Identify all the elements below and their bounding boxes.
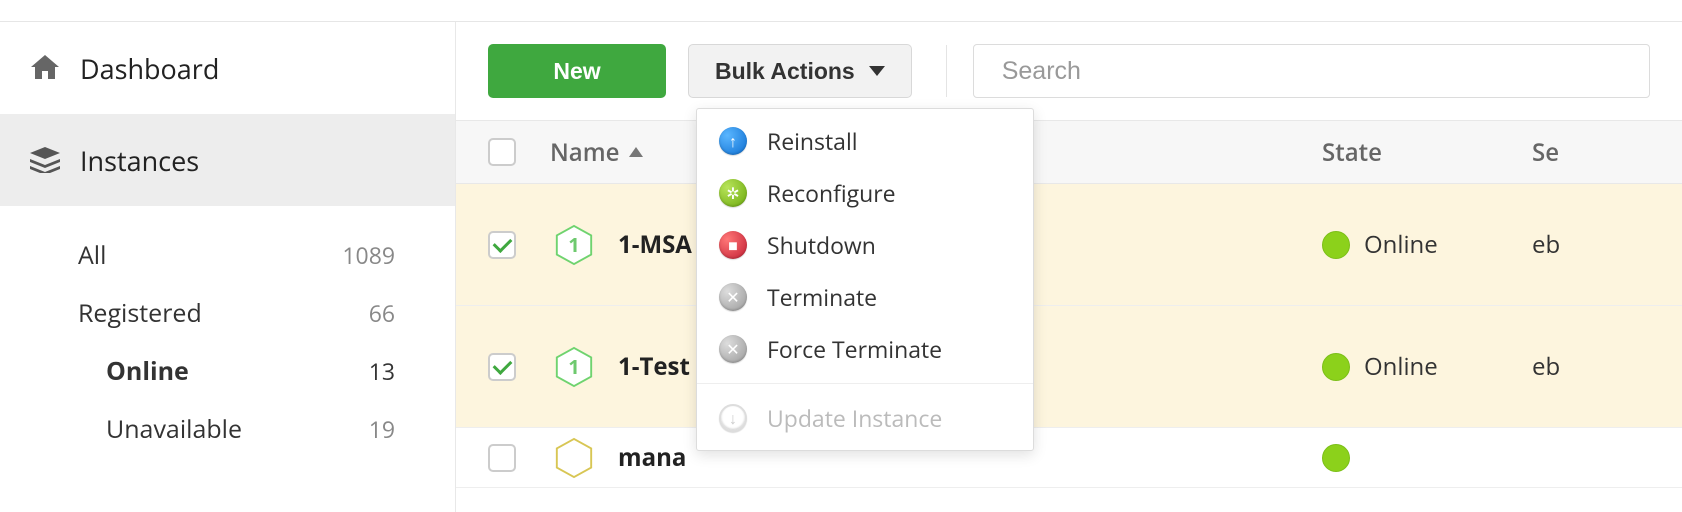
checkbox-row[interactable] (488, 353, 516, 381)
bulk-actions-dropdown: ↑ Reinstall ✲ Reconfigure ■ Shutdown ✕ T… (696, 108, 1034, 451)
gear-icon: ✲ (719, 179, 747, 207)
sidebar-item-label: Instances (80, 142, 199, 179)
sidebar-sub-registered[interactable]: Registered 66 (0, 284, 455, 342)
checkbox-row[interactable] (488, 231, 516, 259)
column-header-label: State (1322, 136, 1382, 169)
row-server: eb (1532, 350, 1560, 383)
sidebar-sub-label: Online (106, 354, 189, 388)
sidebar-sub-label: Unavailable (106, 412, 242, 446)
hexagon-badge (550, 434, 598, 482)
row-server: eb (1532, 228, 1560, 261)
dropdown-item-label: Update Instance (767, 402, 942, 434)
stop-icon: ■ (719, 231, 747, 259)
dropdown-item-label: Reconfigure (767, 177, 896, 209)
sidebar-sub-all[interactable]: All 1089 (0, 226, 455, 284)
dropdown-item-label: Terminate (767, 281, 877, 313)
table-header: Name State Se (456, 120, 1682, 184)
column-header-label: Se (1532, 136, 1559, 169)
search-input[interactable] (973, 44, 1650, 98)
dropdown-item-reinstall[interactable]: ↑ Reinstall (697, 115, 1033, 167)
status-dot-icon (1322, 353, 1350, 381)
column-header-state[interactable]: State (1322, 136, 1532, 169)
toolbar: New Bulk Actions (456, 22, 1682, 120)
column-header-label: Name (550, 136, 619, 169)
toolbar-divider (946, 45, 947, 97)
dropdown-item-shutdown[interactable]: ■ Shutdown (697, 219, 1033, 271)
hexagon-badge: 1 (550, 343, 598, 391)
chevron-down-icon (869, 66, 885, 76)
dropdown-item-label: Force Terminate (767, 333, 942, 365)
bulk-actions-button[interactable]: Bulk Actions (688, 44, 912, 98)
download-icon: ↓ (719, 404, 747, 432)
sidebar-sub-count: 13 (369, 355, 395, 387)
new-button-label: New (553, 58, 600, 85)
sidebar-sub-label: Registered (78, 296, 202, 330)
sidebar-item-label: Dashboard (80, 50, 219, 87)
dropdown-item-label: Shutdown (767, 229, 876, 261)
arrow-up-icon: ↑ (719, 127, 747, 155)
hexagon-badge-number: 1 (568, 353, 579, 380)
sidebar-sub-count: 19 (369, 413, 395, 445)
hexagon-badge: 1 (550, 221, 598, 269)
checkbox-select-all[interactable] (488, 138, 516, 166)
sidebar-item-dashboard[interactable]: Dashboard (0, 22, 455, 114)
row-state: Online (1364, 350, 1438, 383)
close-icon: ✕ (719, 283, 747, 311)
sidebar-sub-count: 66 (369, 297, 395, 329)
new-button[interactable]: New (488, 44, 666, 98)
row-name: mana (618, 441, 686, 474)
dropdown-item-force-terminate[interactable]: ✕ Force Terminate (697, 323, 1033, 375)
column-header-server[interactable]: Se (1532, 136, 1682, 169)
sidebar-sub-count: 1089 (342, 239, 395, 271)
stack-icon (24, 147, 66, 173)
dropdown-item-update-instance: ↓ Update Instance (697, 392, 1033, 444)
home-icon (24, 55, 66, 81)
bulk-actions-label: Bulk Actions (715, 58, 855, 85)
table-row[interactable]: 1 1-Test Online eb (456, 306, 1682, 428)
row-name: 1-MSA (618, 228, 692, 261)
row-state: Online (1364, 228, 1438, 261)
checkbox-row[interactable] (488, 444, 516, 472)
close-icon: ✕ (719, 335, 747, 363)
sidebar: Dashboard Instances All 1089 Registered … (0, 22, 456, 512)
status-dot-icon (1322, 444, 1350, 472)
topbar (0, 0, 1682, 22)
table-row[interactable]: 1 1-MSA Online eb (456, 184, 1682, 306)
sort-asc-icon (629, 147, 643, 157)
row-name: 1-Test (618, 350, 690, 383)
sidebar-sub-online[interactable]: Online 13 (0, 342, 455, 400)
dropdown-item-label: Reinstall (767, 125, 858, 157)
dropdown-item-reconfigure[interactable]: ✲ Reconfigure (697, 167, 1033, 219)
main-content: New Bulk Actions ↑ Reinstall ✲ Reconfigu… (456, 22, 1682, 512)
sidebar-subnav: All 1089 Registered 66 Online 13 Unavail… (0, 206, 455, 458)
table-row[interactable]: mana (456, 428, 1682, 488)
sidebar-item-instances[interactable]: Instances (0, 114, 455, 206)
sidebar-sub-label: All (78, 238, 106, 272)
status-dot-icon (1322, 231, 1350, 259)
dropdown-divider (697, 383, 1033, 384)
dropdown-item-terminate[interactable]: ✕ Terminate (697, 271, 1033, 323)
hexagon-badge-number: 1 (568, 231, 579, 258)
sidebar-sub-unavailable[interactable]: Unavailable 19 (0, 400, 455, 458)
